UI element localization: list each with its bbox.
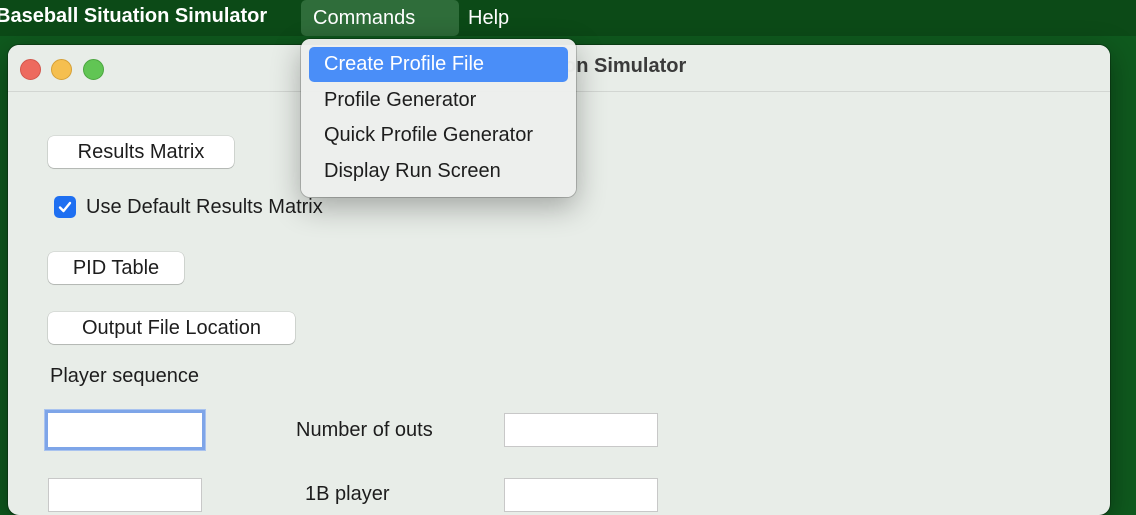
results-matrix-button[interactable]: Results Matrix [48,136,234,168]
menu-bar: Baseball Situation Simulator Commands He… [0,0,1136,36]
number-of-outs-text[interactable] [505,414,657,446]
commands-dropdown-menu: Create Profile File Profile Generator Qu… [301,39,576,197]
number-of-outs-label: Number of outs [296,419,433,441]
player-sequence-text[interactable] [48,413,202,447]
close-window-button[interactable] [20,59,41,80]
output-file-location-button[interactable]: Output File Location [48,312,295,344]
use-default-checkbox[interactable] [54,196,76,218]
menu-commands[interactable]: Commands [301,0,459,36]
menu-item-create-profile-file[interactable]: Create Profile File [309,47,568,82]
second-row-left-text[interactable] [49,479,201,511]
first-base-player-input[interactable] [504,478,658,512]
first-base-player-label: 1B player [305,483,390,505]
second-row-left-input[interactable] [48,478,202,512]
use-default-checkbox-label: Use Default Results Matrix [86,196,323,218]
number-of-outs-input[interactable] [504,413,658,447]
zoom-window-button[interactable] [83,59,104,80]
menu-item-quick-profile-generator[interactable]: Quick Profile Generator [309,118,568,153]
pid-table-button[interactable]: PID Table [48,252,184,284]
menu-help[interactable]: Help [456,0,521,36]
menu-item-profile-generator[interactable]: Profile Generator [309,83,568,118]
window-title: on Simulator [564,55,687,77]
menu-item-display-run-screen[interactable]: Display Run Screen [309,154,568,189]
minimize-window-button[interactable] [51,59,72,80]
app-name-menu[interactable]: Baseball Situation Simulator [0,5,267,28]
checkmark-icon [58,201,72,213]
player-sequence-input[interactable] [45,410,205,450]
first-base-player-text[interactable] [505,479,657,511]
player-sequence-label: Player sequence [50,365,199,387]
